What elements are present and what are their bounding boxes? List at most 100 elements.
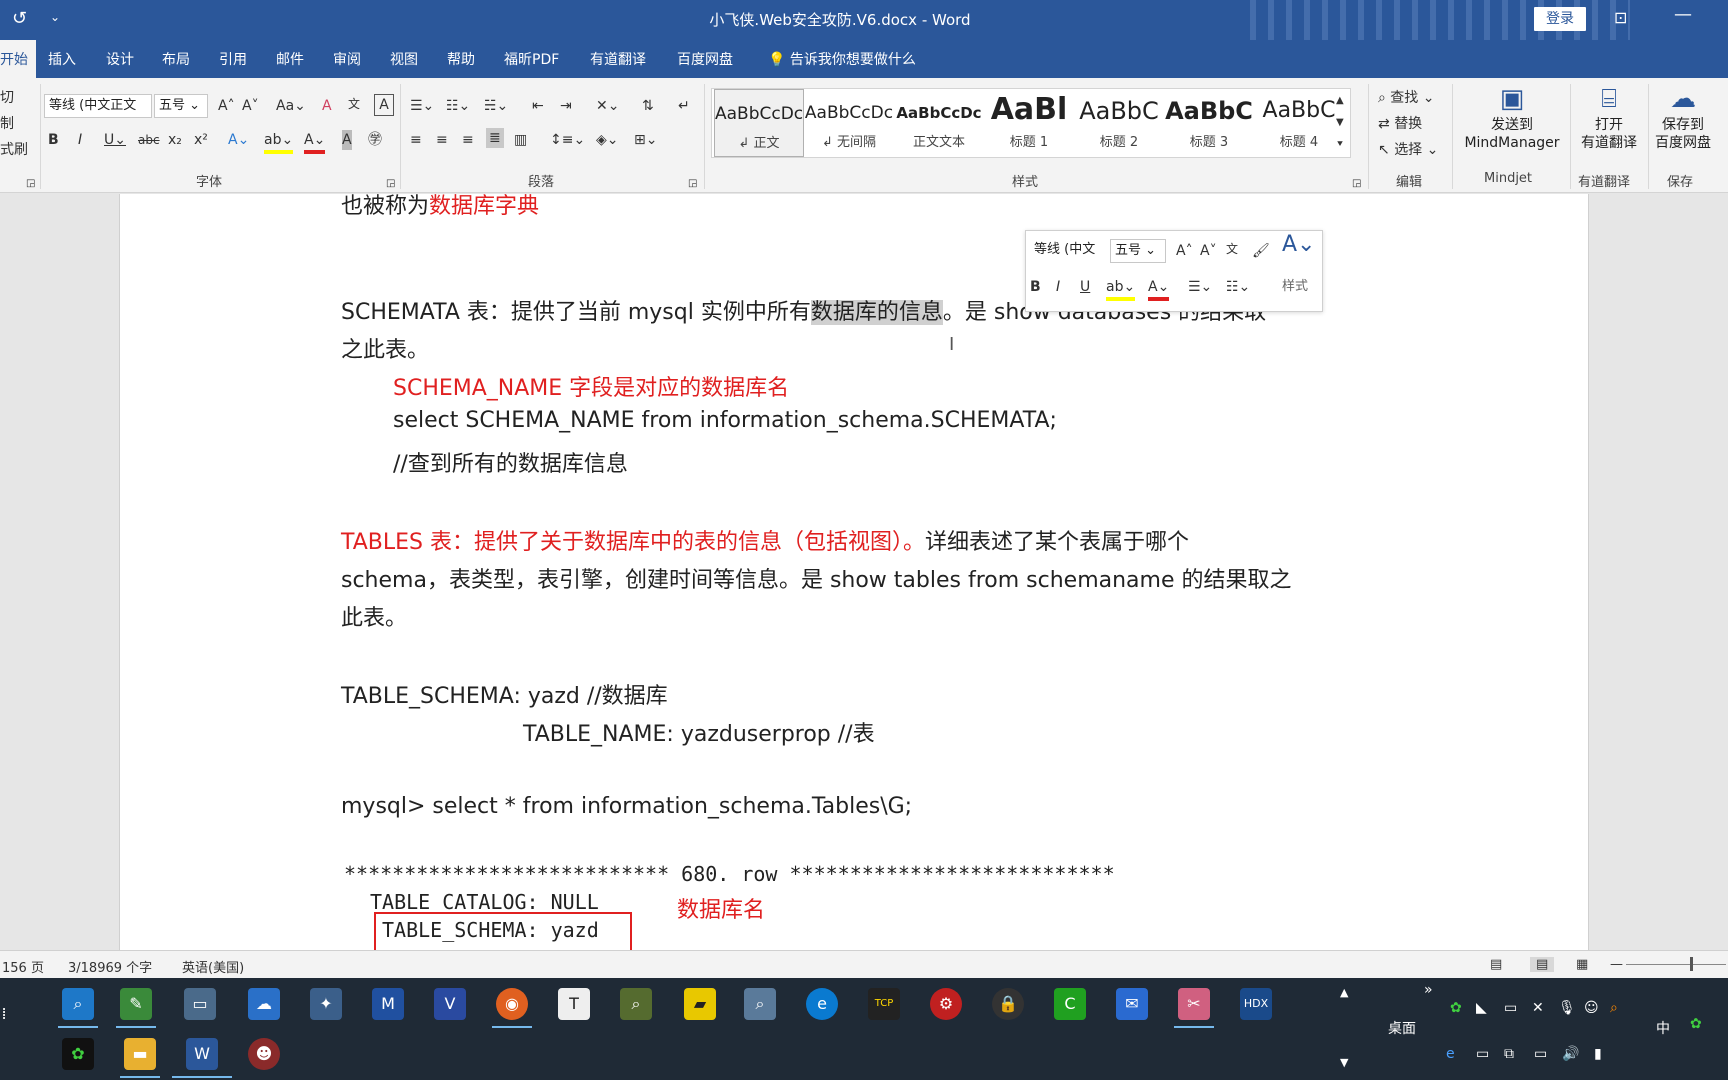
scroll-up-icon[interactable]: ▲ xyxy=(1340,986,1348,999)
show-marks-icon[interactable]: ↵ xyxy=(678,96,690,116)
tab-home[interactable]: 开始 xyxy=(0,40,36,78)
borders-icon[interactable]: ⊞⌄ xyxy=(634,130,657,150)
increase-indent-icon[interactable]: ⇥ xyxy=(560,96,572,116)
search-tray-icon[interactable]: ⌕ xyxy=(1610,1000,1618,1016)
font-name-dropdown[interactable]: 等线 (中文正文 xyxy=(44,94,152,118)
cheat-engine-icon[interactable]: ✿ xyxy=(62,1038,94,1070)
word-app-icon[interactable]: W xyxy=(186,1038,218,1070)
tcp-ip-tool-icon[interactable]: TCP xyxy=(868,988,900,1020)
baidu-netdisk-icon[interactable]: ☁ xyxy=(248,988,280,1020)
battery-icon[interactable]: ▮ xyxy=(1594,1046,1602,1062)
mini-shrink-font-icon[interactable]: A˅ xyxy=(1200,241,1217,261)
tab-review[interactable]: 审阅 xyxy=(325,40,369,78)
visio-icon[interactable]: V xyxy=(434,988,466,1020)
grow-font-icon[interactable]: A˄ xyxy=(218,96,235,116)
mini-numbering-icon[interactable]: ☷⌄ xyxy=(1226,277,1250,297)
nvidia-icon[interactable]: ◣ xyxy=(1476,1000,1487,1016)
print-layout-icon[interactable]: ▤ xyxy=(1530,957,1555,972)
zoom-slider[interactable] xyxy=(1626,964,1726,965)
mail-icon[interactable]: ✉ xyxy=(1116,988,1148,1020)
tab-design[interactable]: 设计 xyxy=(98,40,142,78)
read-mode-icon[interactable]: ▤ xyxy=(1490,957,1502,972)
display-icon[interactable]: ▭ xyxy=(1504,1000,1517,1016)
ie-icon[interactable]: e xyxy=(1446,1046,1455,1062)
paragraph-launcher-icon[interactable]: ◲ xyxy=(688,174,697,194)
word-count[interactable]: 3/18969 个字 xyxy=(68,957,152,976)
scroll-down-icon[interactable]: ▼ xyxy=(1340,1056,1348,1069)
lock-tool-icon[interactable]: 🔒 xyxy=(992,988,1024,1020)
character-shading-icon[interactable]: A xyxy=(342,130,352,150)
sort-icon[interactable]: ⇅ xyxy=(642,96,654,116)
volume-icon[interactable]: 🔊 xyxy=(1562,1046,1579,1062)
burp-tool-icon[interactable]: ⚙ xyxy=(930,988,962,1020)
superscript-icon[interactable]: x² xyxy=(194,130,208,150)
app-avatar-icon[interactable]: ☻ xyxy=(248,1038,280,1070)
tab-baidu-netdisk[interactable]: 百度网盘 xyxy=(669,40,741,78)
text-effects-icon[interactable]: A⌄ xyxy=(228,130,249,150)
open-youdao-button[interactable]: ⌸ 打开 有道翻译 xyxy=(1574,82,1644,152)
tab-mailings[interactable]: 邮件 xyxy=(268,40,312,78)
highlight-color-icon[interactable]: ab⌄ xyxy=(264,130,294,154)
firefox-icon[interactable]: ◉ xyxy=(496,988,528,1020)
mini-font-color-icon[interactable]: A⌄ xyxy=(1148,277,1170,301)
network-tool-icon[interactable]: ✦ xyxy=(310,988,342,1020)
clear-formatting-icon[interactable]: A xyxy=(322,96,332,116)
decrease-indent-icon[interactable]: ⇤ xyxy=(532,96,544,116)
file-explorer-icon[interactable]: ▬ xyxy=(124,1038,156,1070)
character-border-icon[interactable]: A xyxy=(374,94,394,116)
save-to-baidu-button[interactable]: ☁ 保存到 百度网盘 xyxy=(1650,82,1716,152)
window-switch-icon[interactable]: ⧉ xyxy=(1504,1046,1514,1062)
desktop-label[interactable]: 桌面 xyxy=(1388,1018,1416,1038)
align-left-icon[interactable]: ≡ xyxy=(410,130,422,150)
align-right-icon[interactable]: ≡ xyxy=(462,130,474,150)
network-off-icon[interactable]: ✕ xyxy=(1532,1000,1544,1016)
style-heading-3[interactable]: AaBbC 标题 3 xyxy=(1164,89,1254,157)
zoom-slider-thumb[interactable] xyxy=(1690,957,1693,971)
distributed-icon[interactable]: ▥ xyxy=(514,130,527,150)
login-button[interactable]: 登录 xyxy=(1534,7,1586,31)
tray-shortcut-icon[interactable]: ✿ xyxy=(1690,1016,1702,1032)
underline-icon[interactable]: U⌄ xyxy=(104,130,126,150)
mini-font-name-dropdown[interactable]: 等线 (中文 xyxy=(1030,239,1110,263)
mini-highlight-icon[interactable]: ab⌄ xyxy=(1106,277,1136,301)
page-count[interactable]: 156 页 xyxy=(2,957,44,976)
replace-button[interactable]: ⇄ 替换 xyxy=(1378,114,1422,134)
web-layout-icon[interactable]: ▦ xyxy=(1576,957,1588,972)
copy-button[interactable]: 制 xyxy=(0,114,14,134)
ribbon-display-options-icon[interactable]: ⊡ xyxy=(1614,8,1627,27)
tell-me-search[interactable]: 💡 告诉我你想要做什么 xyxy=(760,40,924,78)
gallery-up-icon[interactable]: ▲ xyxy=(1336,91,1344,111)
tray-app-icon[interactable]: ✿ xyxy=(1450,1000,1462,1016)
style-heading-1[interactable]: AaBl 标题 1 xyxy=(984,89,1074,157)
line-spacing-icon[interactable]: ↕≡⌄ xyxy=(550,130,585,150)
tab-foxit-pdf[interactable]: 福昕PDF xyxy=(496,40,567,78)
shrink-font-icon[interactable]: A˅ xyxy=(242,96,259,116)
search-app-icon[interactable]: ⌕ xyxy=(62,988,94,1020)
mini-bold-icon[interactable]: B xyxy=(1030,277,1041,297)
style-heading-2[interactable]: AaBbC 标题 2 xyxy=(1074,89,1164,157)
bullets-icon[interactable]: ☰⌄ xyxy=(410,96,434,116)
style-heading-4[interactable]: AaBbC 标题 4 xyxy=(1254,89,1344,157)
search-tool-icon[interactable]: ⌕ xyxy=(744,988,776,1020)
mini-italic-icon[interactable]: I xyxy=(1056,277,1060,297)
strikethrough-icon[interactable]: abc xyxy=(138,130,160,150)
camtasia-icon[interactable]: C xyxy=(1054,988,1086,1020)
mini-format-painter-icon[interactable]: 🖌 xyxy=(1252,241,1270,261)
zoom-out-icon[interactable]: — xyxy=(1610,957,1623,972)
mini-styles-icon[interactable]: A⌄ xyxy=(1282,234,1315,256)
tab-layout[interactable]: 布局 xyxy=(154,40,198,78)
font-size-dropdown[interactable]: 五号 ⌄ xyxy=(154,94,208,118)
notepad-icon[interactable]: ✎ xyxy=(120,988,152,1020)
tab-view[interactable]: 视图 xyxy=(382,40,426,78)
mini-grow-font-icon[interactable]: A˄ xyxy=(1176,241,1193,261)
tab-references[interactable]: 引用 xyxy=(211,40,255,78)
change-case-icon[interactable]: Aa⌄ xyxy=(276,96,306,116)
sticky-notes-icon[interactable]: ▰ xyxy=(684,988,716,1020)
magnifier-icon[interactable]: ⌕ xyxy=(620,988,652,1020)
bold-icon[interactable]: B xyxy=(48,130,59,150)
gallery-more-icon[interactable]: ⯆ xyxy=(1336,135,1344,155)
find-button[interactable]: ⌕ 查找 ⌄ xyxy=(1378,88,1434,108)
mindmanager-app-icon[interactable]: M xyxy=(372,988,404,1020)
style-body-text[interactable]: AaBbCcDc 正文文本 xyxy=(894,89,984,157)
tab-insert[interactable]: 插入 xyxy=(40,40,84,78)
